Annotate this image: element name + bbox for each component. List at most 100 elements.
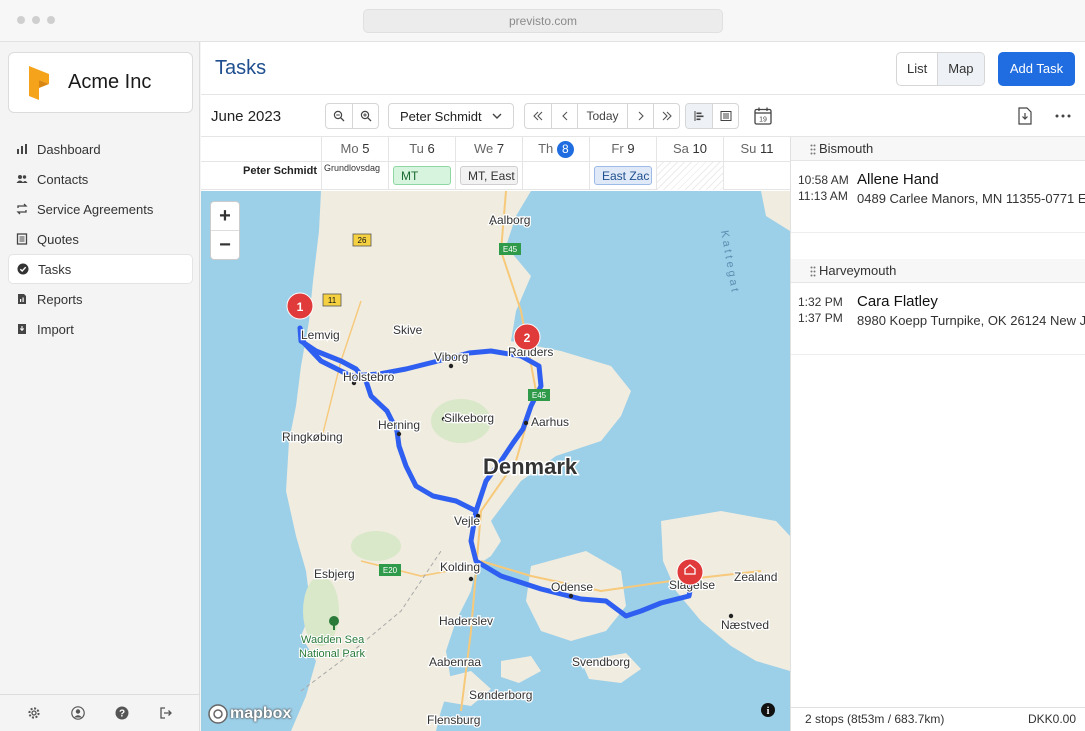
task-event[interactable]: East Zac <box>594 166 652 185</box>
list-icon <box>720 111 731 121</box>
stop-group-header[interactable]: Bismouth <box>791 137 1085 161</box>
layout-toggle <box>685 103 739 129</box>
day-header[interactable]: Fr 9 <box>589 137 656 162</box>
next-week-button[interactable] <box>653 104 679 128</box>
day-header[interactable]: Sa 10 <box>656 137 723 162</box>
sidebar-item-dashboard[interactable]: Dashboard <box>8 134 193 164</box>
stop-item[interactable]: 10:58 AM 11:13 AM Allene Hand 0489 Carle… <box>791 161 1085 233</box>
drag-handle-icon[interactable] <box>810 266 816 277</box>
zoom-out-button[interactable] <box>326 104 352 128</box>
map-country-label: Denmark <box>483 454 578 479</box>
task-event[interactable]: MT <box>393 166 451 185</box>
sidebar: Acme Inc Dashboard Contacts Service Agre… <box>0 42 200 731</box>
more-options-button[interactable] <box>1052 105 1074 127</box>
document-icon <box>16 233 28 245</box>
stop-group-header[interactable]: Harveymouth <box>791 259 1085 283</box>
route-marker-2[interactable]: 2 <box>513 323 541 351</box>
map-view-button[interactable]: Map <box>937 53 984 85</box>
day-header[interactable]: Mo 5 <box>321 137 388 162</box>
calendar-button[interactable]: 19 <box>752 105 774 127</box>
window-dot[interactable] <box>17 16 25 24</box>
window-dot[interactable] <box>32 16 40 24</box>
zoom-in-icon <box>360 110 371 122</box>
list-layout-button[interactable] <box>712 104 738 128</box>
add-task-button[interactable]: Add Task <box>998 52 1075 86</box>
brand-logo <box>29 65 49 100</box>
sidebar-item-quotes[interactable]: Quotes <box>8 224 193 254</box>
address-bar[interactable]: previsto.com <box>363 9 723 33</box>
sidebar-item-tasks[interactable]: Tasks <box>8 254 193 284</box>
sidebar-item-label: Reports <box>37 291 83 307</box>
map-label: Aalborg <box>489 213 530 227</box>
stop-customer-name: Allene Hand <box>857 171 939 188</box>
drag-handle-icon[interactable] <box>810 144 816 155</box>
map-label: Næstved <box>721 618 769 632</box>
list-view-button[interactable]: List <box>897 53 937 85</box>
day-header[interactable]: Su 11 <box>723 137 790 162</box>
double-chevron-left-icon <box>533 111 543 121</box>
row-label: Peter Schmidt <box>243 165 317 177</box>
sidebar-item-import[interactable]: Import <box>8 314 193 344</box>
map-label: Aarhus <box>531 415 569 429</box>
user-icon[interactable] <box>70 705 86 721</box>
logout-icon[interactable] <box>158 705 174 721</box>
bar-chart-icon <box>16 143 28 155</box>
window-controls <box>17 16 55 24</box>
schedule-cell[interactable]: East Zac <box>589 162 656 190</box>
today-button[interactable]: Today <box>577 104 627 128</box>
repeat-icon <box>16 203 28 215</box>
route-marker-1[interactable]: 1 <box>286 292 314 320</box>
sidebar-item-reports[interactable]: Reports <box>8 284 193 314</box>
mapbox-logo[interactable]: mapbox <box>208 704 291 724</box>
window-dot[interactable] <box>47 16 55 24</box>
day-header-row: Mo 5 Tu 6 We 7 Th 8 Fr 9 Sa 10 Su 11 <box>201 137 790 162</box>
settings-icon[interactable] <box>26 705 42 721</box>
chevron-down-icon <box>492 113 502 119</box>
task-event[interactable]: MT, East <box>460 166 518 185</box>
day-header-today[interactable]: Th 8 <box>522 137 589 162</box>
timeline-view-button[interactable] <box>686 104 712 128</box>
map-canvas[interactable]: 26 11 E45 E45 E20 Aalborg Lemvig Skive R… <box>201 191 790 731</box>
current-month: June 2023 <box>211 108 282 125</box>
day-header[interactable]: Tu 6 <box>388 137 455 162</box>
map-label: Lemvig <box>301 328 340 342</box>
sidebar-item-label: Service Agreements <box>37 201 154 217</box>
schedule-cell[interactable]: Grundlovsdag <box>321 162 388 190</box>
sidebar-item-label: Quotes <box>37 231 79 247</box>
route-map[interactable]: 26 11 E45 E45 E20 Aalborg Lemvig Skive R… <box>201 191 790 731</box>
home-marker[interactable] <box>676 558 704 586</box>
download-button[interactable] <box>1014 105 1036 127</box>
schedule-cell[interactable] <box>522 162 589 190</box>
road-shield: E45 <box>503 245 518 254</box>
map-info-icon[interactable]: i <box>761 703 775 717</box>
next-day-button[interactable] <box>627 104 653 128</box>
stop-start-time: 1:32 PM <box>798 295 843 309</box>
previous-week-button[interactable] <box>525 104 551 128</box>
day-header[interactable]: We 7 <box>455 137 522 162</box>
schedule-cell[interactable]: MT, East <box>455 162 522 190</box>
check-circle-icon <box>17 263 29 275</box>
help-icon[interactable]: ? <box>114 705 130 721</box>
person-select[interactable]: Peter Schmidt <box>388 103 514 129</box>
stop-group-name: Harveymouth <box>819 263 897 278</box>
map-zoom-out-button[interactable]: − <box>211 231 239 260</box>
schedule-cell[interactable]: MT <box>388 162 455 190</box>
map-label: Kolding <box>440 560 480 574</box>
map-label: Ringkøbing <box>282 430 343 444</box>
route-summary-bar: 2 stops (8t53m / 683.7km) DKK0.00 <box>791 707 1085 731</box>
stop-customer-name: Cara Flatley <box>857 293 938 310</box>
weekend-cell <box>656 162 723 190</box>
zoom-in-button[interactable] <box>352 104 378 128</box>
road-shield: 11 <box>328 296 337 305</box>
sidebar-item-contacts[interactable]: Contacts <box>8 164 193 194</box>
map-zoom-in-button[interactable]: + <box>211 202 239 231</box>
stop-end-time: 1:37 PM <box>798 311 843 325</box>
previous-day-button[interactable] <box>551 104 577 128</box>
brand-card[interactable]: Acme Inc <box>8 52 193 113</box>
people-icon <box>16 173 28 185</box>
stop-item[interactable]: 1:32 PM 1:37 PM Cara Flatley 8980 Koepp … <box>791 283 1085 355</box>
chevron-left-icon <box>561 111 567 121</box>
map-label: Skive <box>393 323 423 337</box>
sidebar-item-service-agreements[interactable]: Service Agreements <box>8 194 193 224</box>
stop-start-time: 10:58 AM <box>798 173 849 187</box>
